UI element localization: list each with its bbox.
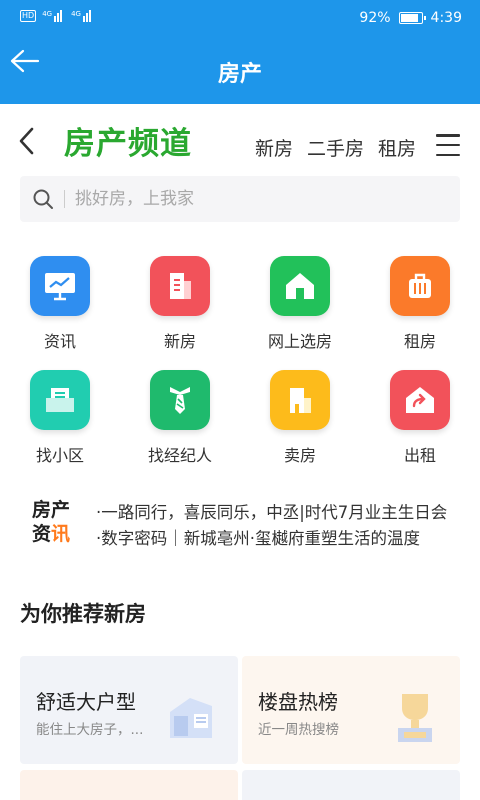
grid-item-label: 找小区 (35, 446, 84, 465)
grid-item-label: 网上选房 (267, 332, 332, 351)
grid-item-new-house[interactable]: 新房 (120, 256, 240, 352)
grid-item-label: 找经纪人 (147, 446, 212, 465)
news-item[interactable]: ·数字密码｜新城亳州·玺樾府重塑生活的温度 (96, 526, 476, 552)
news-list: ·一路同行，喜辰同乐，中丞|时代7月业主生日会 ·数字密码｜新城亳州·玺樾府重塑… (96, 500, 476, 552)
battery-icon (398, 12, 426, 24)
rent-out-icon (390, 370, 450, 430)
card-hot-list[interactable]: 楼盘热榜 近一周热搜榜 (242, 656, 460, 764)
card-subtitle: 近一周热搜榜 (258, 722, 339, 738)
card-title: 舒适大户型 (36, 690, 136, 714)
clock: 4:39 (430, 10, 462, 26)
grid-item-agent[interactable]: 找经纪人 (120, 370, 240, 466)
grid-item-rent-out[interactable]: 出租 (360, 370, 480, 466)
battery-fill (400, 14, 419, 22)
battery-percent: 92% (359, 10, 391, 26)
news-logo-line1: 房产 (32, 499, 71, 521)
search-divider (64, 190, 65, 208)
agent-tie-icon (150, 370, 210, 430)
suitcase-icon (390, 256, 450, 316)
tab-new-house[interactable]: 新房 (255, 134, 293, 161)
card-partial-2[interactable] (242, 770, 460, 800)
status-bar: HD 4G 4G 92% 4:39 (0, 0, 480, 36)
grid-item-rent[interactable]: 租房 (360, 256, 480, 352)
sell-house-icon (270, 370, 330, 430)
card-partial-1[interactable] (20, 770, 238, 800)
grid-item-label: 租房 (403, 332, 436, 351)
house-select-icon (270, 256, 330, 316)
hd-badge: HD (20, 10, 37, 22)
news-logo-line2: 资讯 (32, 522, 70, 546)
signal-icon-2: 4G (71, 10, 94, 22)
grid-item-community[interactable]: 找小区 (0, 370, 120, 466)
signal-icon: 4G (42, 10, 65, 22)
grid-item-label: 卖房 (283, 446, 316, 465)
news-item[interactable]: ·一路同行，喜辰同乐，中丞|时代7月业主生日会 (96, 500, 476, 526)
grid-item-label: 资讯 (43, 332, 76, 351)
card-large-layout[interactable]: 舒适大户型 能住上大房子，... (20, 656, 238, 764)
page-title: 房产 (217, 62, 262, 87)
channel-tabs: 新房 二手房 租房 (255, 134, 416, 161)
signal-label-2: 4G (71, 10, 81, 18)
grid-item-sell[interactable]: 卖房 (240, 370, 360, 466)
menu-icon[interactable] (436, 134, 460, 156)
section-title: 为你推荐新房 (20, 602, 146, 626)
search-input[interactable] (75, 189, 460, 209)
trophy-icon (398, 694, 432, 742)
tab-rent[interactable]: 租房 (378, 134, 416, 161)
news-logo-char-accent: 讯 (51, 523, 71, 545)
news-logo: 房产 资讯 (32, 498, 70, 546)
card-subtitle: 能住上大房子，... (36, 722, 144, 738)
new-building-icon (150, 256, 210, 316)
house-illustration-icon (170, 698, 212, 738)
search-bar[interactable] (20, 176, 460, 222)
grid-item-label: 出租 (403, 446, 436, 465)
app-header: HD 4G 4G 92% 4:39 房产 (0, 0, 480, 104)
tab-second-hand[interactable]: 二手房 (307, 134, 364, 161)
channel-title: 房产频道 (64, 126, 192, 162)
community-icon (30, 370, 90, 430)
news-chart-icon (30, 256, 90, 316)
grid-item-online-select[interactable]: 网上选房 (240, 256, 360, 352)
news-logo-char: 资 (32, 523, 52, 545)
grid-item-label: 新房 (163, 332, 196, 351)
signal-label: 4G (42, 10, 53, 18)
search-icon (33, 189, 53, 209)
chevron-left-icon[interactable] (14, 124, 42, 158)
card-title: 楼盘热榜 (258, 690, 338, 714)
grid-item-news[interactable]: 资讯 (0, 256, 120, 352)
